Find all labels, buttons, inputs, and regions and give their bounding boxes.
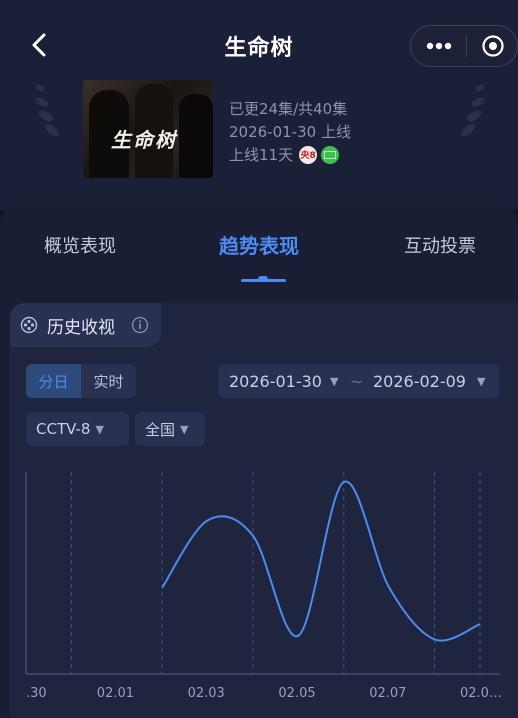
x-tick-label: .30 [26, 686, 47, 701]
iqiyi-badge-icon [321, 145, 340, 164]
date-end[interactable]: 2026-02-09 [373, 372, 466, 391]
x-tick-label: 02.01 [96, 686, 135, 701]
film-reel-icon [20, 316, 38, 334]
episode-count: 已更24集/共40集 [229, 100, 348, 118]
ratings-series-line[interactable] [161, 480, 481, 642]
tab-trend[interactable]: 趋势表现 [219, 230, 299, 259]
more-dots-icon [426, 42, 452, 50]
days-online: 上线11天 [229, 146, 294, 164]
region-select-value: 全国 [145, 420, 176, 439]
info-circle-icon[interactable] [131, 316, 149, 334]
section-title: 历史收视 [47, 318, 115, 338]
cctv8-badge-icon: 央8 [299, 145, 318, 164]
target-circle-icon [482, 35, 504, 57]
x-tick-label: 02.07 [369, 686, 407, 701]
granularity-daily-button[interactable]: 分日 [26, 364, 81, 398]
x-tick-label: 02.05 [278, 686, 316, 701]
channel-select-value: CCTV-8 [36, 420, 91, 438]
laurel-left-icon [35, 84, 59, 136]
premiere-date: 2026-01-30 上线 [229, 123, 351, 141]
poster-figure [179, 94, 213, 178]
caret-down-icon: ▼ [180, 422, 189, 436]
poster-title: 生命树 [111, 128, 177, 152]
date-start[interactable]: 2026-01-30 [229, 372, 322, 391]
caret-down-icon: ▼ [95, 422, 104, 436]
x-tick-label: 02.0… [460, 686, 502, 701]
tab-vote[interactable]: 互动投票 [404, 232, 476, 258]
caret-down-icon: ▼ [477, 375, 486, 388]
days-online-row: 上线11天 央8 [229, 144, 340, 165]
laurel-right-icon [461, 84, 485, 136]
show-poster[interactable]: 生命树 [83, 80, 213, 178]
ratings-line-chart[interactable] [0, 460, 518, 680]
region-select[interactable]: 全国 ▼ [135, 412, 205, 446]
close-button[interactable] [468, 26, 518, 66]
capsule-divider [466, 35, 467, 57]
caret-down-icon: ▼ [330, 375, 339, 388]
granularity-realtime-button[interactable]: 实时 [81, 364, 136, 398]
date-separator: ~ [350, 372, 364, 391]
channel-select[interactable]: CCTV-8 ▼ [26, 412, 129, 446]
x-tick-label: 02.03 [187, 686, 225, 701]
more-button[interactable] [412, 26, 466, 66]
tab-active-indicator-notch [258, 276, 268, 280]
tab-overview[interactable]: 概览表现 [44, 232, 116, 258]
